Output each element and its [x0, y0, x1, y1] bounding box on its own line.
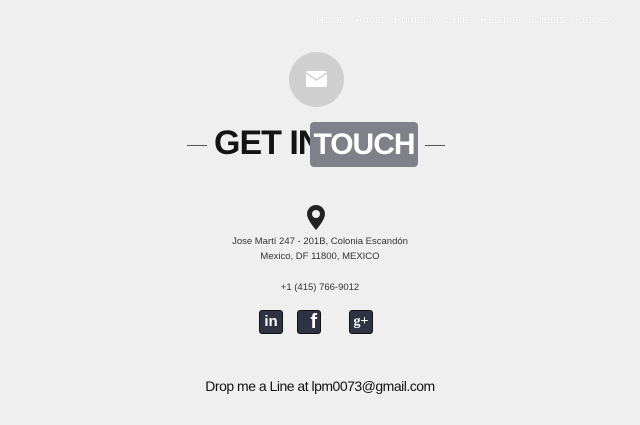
email-cta-text[interactable]: Drop me a Line at lpm0073@gmail.com: [205, 378, 435, 394]
title-touch: TOUCH: [313, 128, 415, 161]
envelope-icon: [289, 52, 344, 107]
nav-portfolio[interactable]: Portfolio: [394, 14, 434, 26]
nav-home[interactable]: Home: [316, 14, 345, 26]
nav-about[interactable]: About: [355, 14, 384, 26]
nav-skills[interactable]: Skills: [444, 14, 470, 26]
linkedin-icon[interactable]: in: [259, 310, 283, 334]
title-divider-left: [187, 145, 207, 146]
email-cta[interactable]: Drop me a Line at lpm0073@gmail.com: [0, 378, 640, 394]
title-divider-right: [425, 145, 445, 146]
phone-number: +1 (415) 766-9012: [280, 282, 360, 293]
google-plus-icon[interactable]: g+: [349, 310, 373, 334]
nav-clients[interactable]: Clients: [531, 14, 565, 26]
nav-process[interactable]: Process: [575, 14, 615, 26]
top-nav: Home About Portfolio Skills Resume Clients Pro…: [316, 14, 638, 26]
title-get-in: GET IN: [214, 124, 322, 162]
address-line-2: Mexico, DF 11800, MEXICO: [260, 251, 380, 262]
address-line-1: Jose Martí 247 - 201B, Colonia Escandón: [232, 236, 408, 247]
title-touch-badge: TOUCH: [310, 122, 418, 167]
facebook-icon[interactable]: f: [297, 310, 321, 334]
map-pin-icon: [307, 205, 325, 230]
nav-resume[interactable]: Resume: [480, 14, 521, 26]
